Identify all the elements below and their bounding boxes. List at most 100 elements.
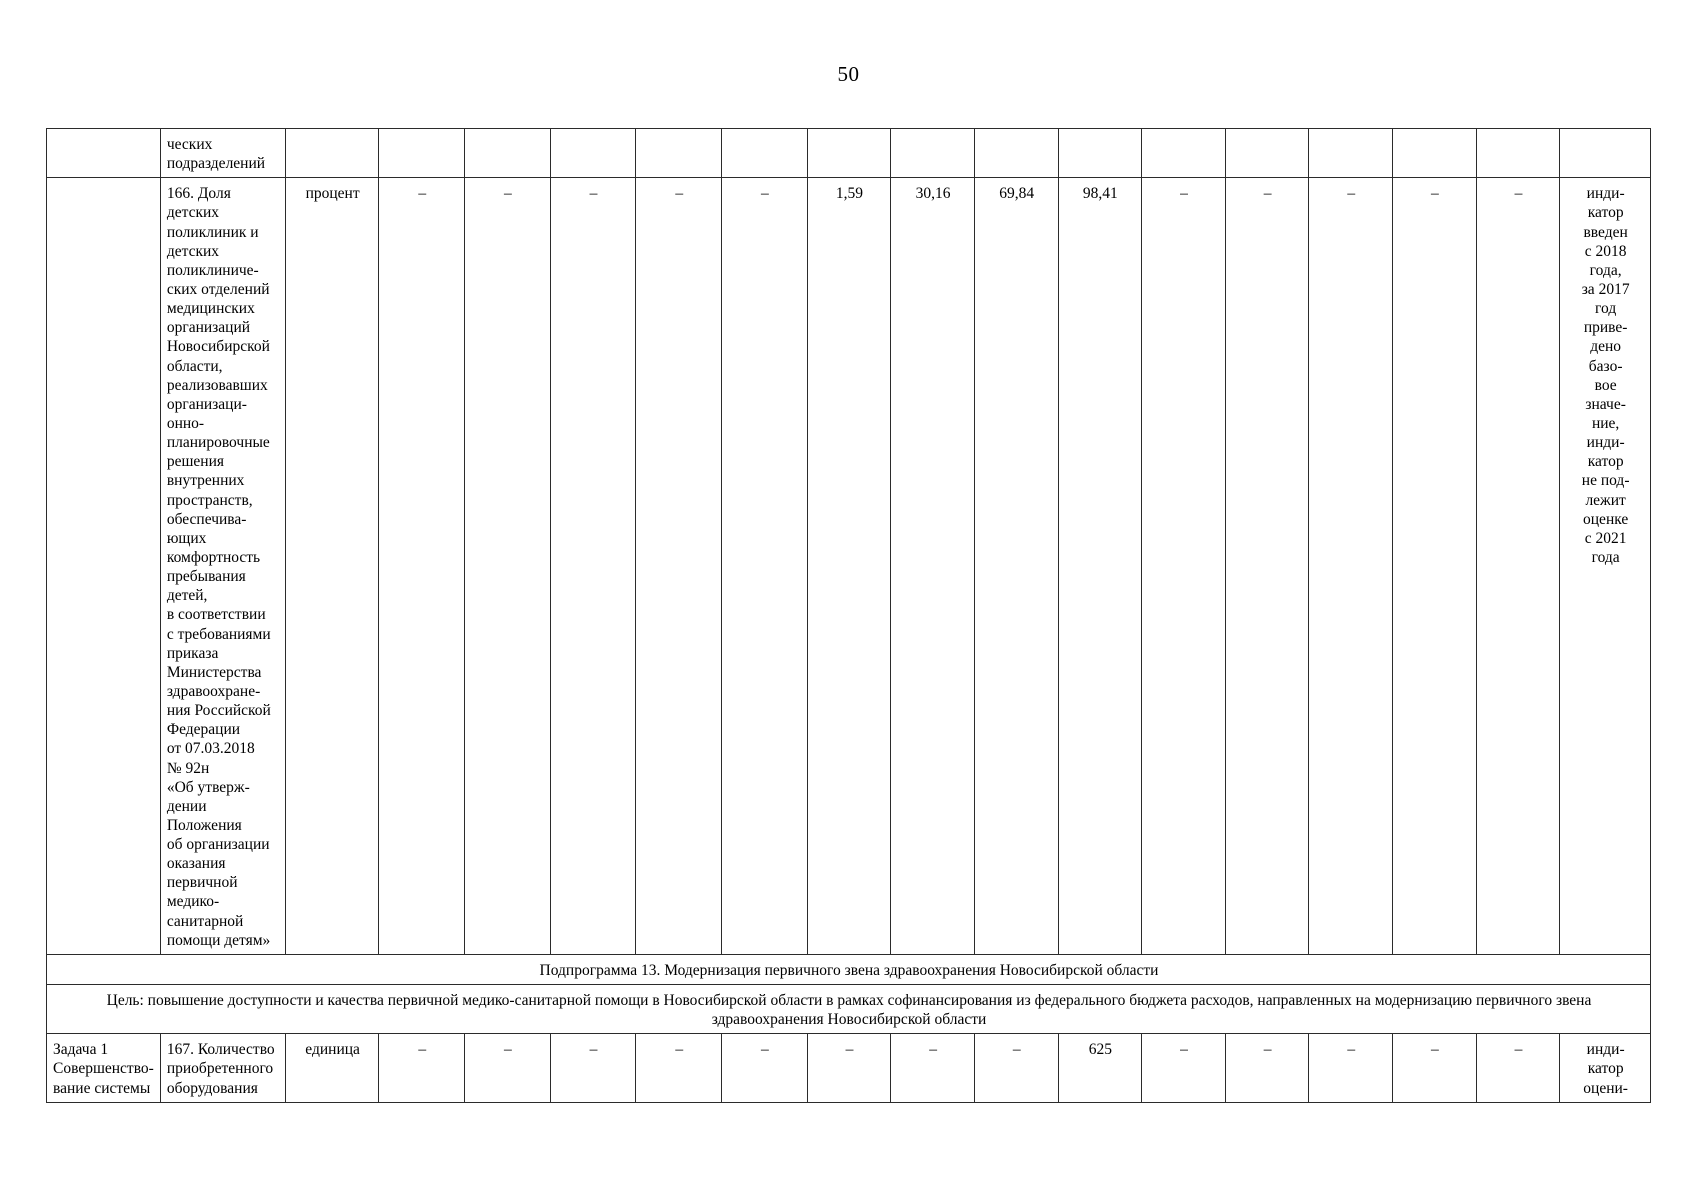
cell-note xyxy=(1559,127,1651,179)
cell-indicator: ческих подразделений xyxy=(159,127,286,179)
indicator-line: Федерации xyxy=(166,721,241,739)
indicator-line: детских xyxy=(166,242,220,260)
note-line: базо- xyxy=(1588,357,1623,375)
indicator-line: первичной xyxy=(166,874,238,892)
table-row-goal: Цель: повышение доступности и качества п… xyxy=(46,984,1651,1035)
indicator-line: помощи детям» xyxy=(166,931,271,949)
indicator-line: приказа xyxy=(166,644,219,662)
indicator-line: реализовавших xyxy=(166,376,268,394)
cell-indicator: 167. Количество приобретенного оборудова… xyxy=(159,1033,286,1103)
cell-value: – xyxy=(973,1033,1059,1103)
indicator-line: Положения xyxy=(166,816,242,834)
indicators-table: ческих подразделений 166. Доля детских п… xyxy=(46,127,1651,1103)
cell-value: 30,16 xyxy=(890,177,975,955)
cell-value xyxy=(1141,127,1226,179)
indicator-line: детских xyxy=(166,204,220,222)
cell-value: – xyxy=(549,177,637,955)
indicator-line: медицинских xyxy=(166,300,255,318)
cell-value: – xyxy=(721,1033,808,1103)
cell-task xyxy=(46,177,161,955)
note-line: вое xyxy=(1594,376,1617,394)
cell-task: Задача 1 Совершенство- вание системы xyxy=(46,1033,161,1103)
cell-value xyxy=(1057,127,1143,179)
cell-value xyxy=(890,127,975,179)
note-line: ние, xyxy=(1591,414,1620,432)
cell-value: – xyxy=(1392,1033,1477,1103)
table-row-subprogram: Подпрограмма 13. Модернизация первичного… xyxy=(46,953,1651,986)
indicator-line: детей, xyxy=(166,587,208,605)
note-line: с 2018 xyxy=(1584,242,1627,260)
note-line: катор xyxy=(1587,453,1624,471)
cell-value: – xyxy=(378,177,466,955)
note-line: инди- xyxy=(1586,434,1625,452)
indicator-line: приобретенного xyxy=(166,1060,274,1078)
note-line: дено xyxy=(1590,338,1622,356)
cell-value: – xyxy=(549,1033,637,1103)
note-line: оцени- xyxy=(1583,1079,1628,1097)
cell-value xyxy=(378,127,466,179)
indicator-line: поликлиник и xyxy=(166,223,259,241)
indicator-line: с требованиями xyxy=(166,625,271,643)
task-line: вание системы xyxy=(53,1079,151,1097)
cell-value: – xyxy=(806,1033,892,1103)
goal-line-2: здравоохранения Новосибирской области xyxy=(711,1011,987,1029)
cell-value xyxy=(464,127,551,179)
indicator-line: онно- xyxy=(166,414,205,432)
cell-value xyxy=(1308,127,1394,179)
cell-value xyxy=(806,127,892,179)
indicator-line: дении xyxy=(166,797,207,815)
cell-value xyxy=(549,127,637,179)
cell-unit xyxy=(284,127,380,179)
indicator-line: оказания xyxy=(166,855,226,873)
indicator-line: об организации xyxy=(166,836,270,854)
cell-value: – xyxy=(635,1033,723,1103)
cell-unit: процент xyxy=(284,177,380,955)
indicator-line: ющих xyxy=(166,529,207,547)
cell-value: – xyxy=(464,177,551,955)
cell-value xyxy=(973,127,1059,179)
indicator-line: ских отделений xyxy=(166,280,270,298)
table-row: ческих подразделений xyxy=(46,127,1651,179)
note-line: года xyxy=(1591,548,1620,566)
indicator-line: медико- xyxy=(166,893,220,911)
indicator-line: от 07.03.2018 xyxy=(166,740,255,758)
table-row: 166. Доля детских поликлиник и детских п… xyxy=(46,177,1651,955)
cell-value xyxy=(1475,127,1561,179)
note-line: катор xyxy=(1587,1060,1624,1078)
indicator-line: поликлиниче- xyxy=(166,261,259,279)
cell-value: – xyxy=(1392,177,1477,955)
cell-value: 69,84 xyxy=(973,177,1059,955)
cell-value: – xyxy=(635,177,723,955)
indicator-line: планировочные xyxy=(166,434,270,452)
goal-line-1: Цель: повышение доступности и качества п… xyxy=(106,992,1592,1010)
cell-value: 1,59 xyxy=(806,177,892,955)
cell-value xyxy=(1224,127,1310,179)
cell-value: – xyxy=(1475,177,1561,955)
indicator-line: 166. Доля xyxy=(166,185,231,203)
cell-task xyxy=(46,127,161,179)
cell-value: – xyxy=(721,177,808,955)
indicator-line: санитарной xyxy=(166,912,244,930)
cell-value xyxy=(721,127,808,179)
subprogram-title: Подпрограмма 13. Модернизация первичного… xyxy=(46,953,1651,986)
indicator-line: подразделений xyxy=(166,155,266,173)
indicator-line: комфортность xyxy=(166,548,261,566)
cell-value: – xyxy=(890,1033,975,1103)
cell-value: – xyxy=(1141,177,1226,955)
indicator-line: организаци- xyxy=(166,395,247,413)
indicator-line: «Об утверж- xyxy=(166,778,250,796)
indicator-line: обеспечива- xyxy=(166,510,247,528)
note-line: инди- xyxy=(1586,185,1625,203)
note-line: за 2017 xyxy=(1581,280,1630,298)
note-line: год xyxy=(1595,300,1617,318)
cell-value: – xyxy=(1141,1033,1226,1103)
cell-value: – xyxy=(1475,1033,1561,1103)
indicator-line: Министерства xyxy=(166,663,262,681)
cell-value xyxy=(1392,127,1477,179)
note-line: значе- xyxy=(1585,395,1626,413)
indicator-line: Новосибирской xyxy=(166,338,270,356)
cell-note: инди- катор оцени- xyxy=(1559,1033,1651,1103)
note-line: года, xyxy=(1589,261,1622,279)
note-line: инди- xyxy=(1586,1041,1625,1059)
indicator-line: ния Российской xyxy=(166,702,271,720)
